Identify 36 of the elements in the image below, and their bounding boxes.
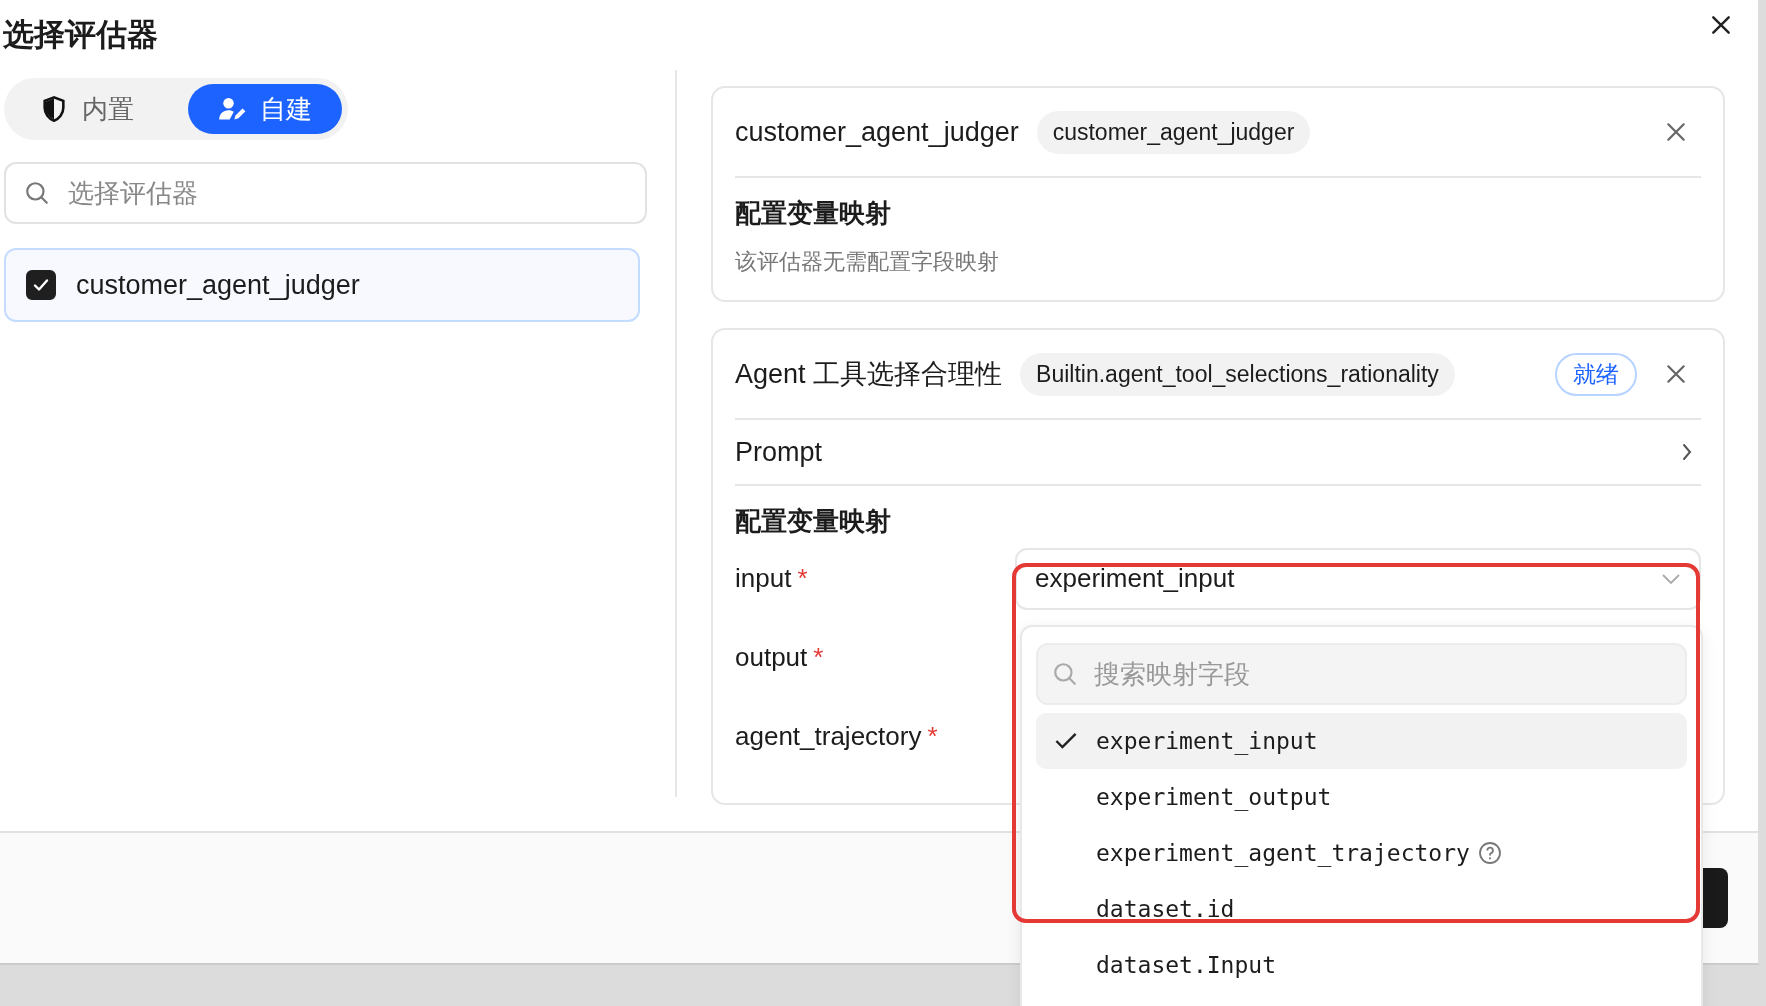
section-title: 配置变量映射 [735, 197, 892, 230]
chevron-right-icon [1681, 442, 1693, 462]
section-note: 该评估器无需配置字段映射 [735, 248, 1000, 276]
search-icon [1052, 661, 1078, 687]
section-title: 配置变量映射 [735, 505, 892, 538]
evaluator-name: customer_agent_judger [76, 269, 360, 301]
field-label: input * [735, 563, 809, 594]
status-badge: 就绪 [1555, 352, 1637, 396]
user-edit-icon [218, 95, 246, 123]
shield-icon [40, 95, 68, 123]
dropdown-option[interactable]: dataset.id [1036, 881, 1687, 937]
close-icon[interactable] [1710, 14, 1732, 36]
field-label: agent_trajectory * [735, 721, 939, 752]
prompt-row[interactable]: Prompt [735, 420, 1701, 486]
tab[interactable]: 内置 [10, 84, 164, 134]
evaluator-tag: customer_agent_judger [1036, 110, 1311, 154]
dropdown-option[interactable]: experiment_output [1036, 769, 1687, 825]
dropdown-option[interactable]: experiment_agent_trajectory [1036, 825, 1687, 881]
evaluator-item[interactable]: customer_agent_judger [4, 248, 640, 322]
required-asterisk: * [927, 721, 938, 751]
select-field[interactable]: experiment_input [1015, 547, 1701, 610]
caret-icon [1661, 572, 1681, 585]
dialog-title: 选择评估器 [3, 16, 159, 54]
search-icon [24, 180, 50, 206]
evaluator-tag: Builtin.agent_tool_selections_rationality [1020, 352, 1455, 396]
search-field[interactable]: 搜索映射字段 [1036, 643, 1687, 705]
field-label: output * [735, 642, 825, 673]
required-asterisk: * [813, 642, 824, 672]
checkbox[interactable] [26, 270, 56, 300]
card-title: customer_agent_judger [735, 116, 1019, 148]
tab[interactable]: 自建 [188, 84, 342, 134]
search-field[interactable]: 选择评估器 [4, 162, 647, 224]
dropdown-option[interactable]: experiment_input [1036, 713, 1687, 769]
dropdown-option[interactable]: dataset.Input [1036, 937, 1687, 993]
required-asterisk: * [797, 563, 808, 593]
card-title: Agent 工具选择合理性 [735, 358, 1003, 391]
